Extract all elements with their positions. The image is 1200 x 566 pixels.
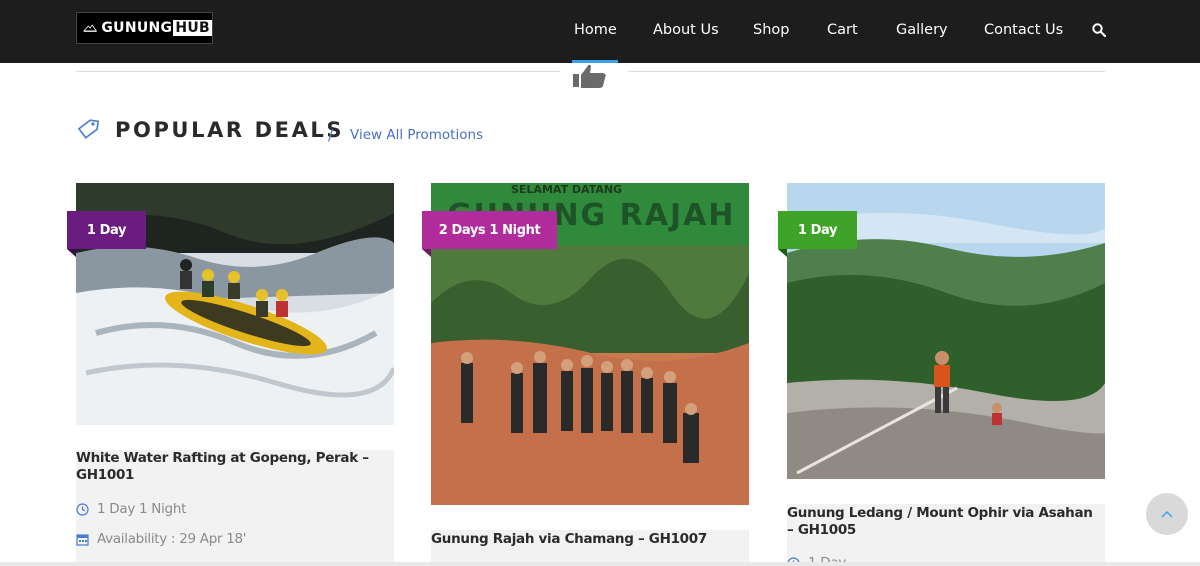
card-1-title[interactable]: White Water Rafting at Gopeng, Perak – G… [76,450,376,484]
nav-home[interactable]: Home [574,22,617,38]
card-3-badge: 1 Day [778,211,857,249]
card-2-title[interactable]: Gunung Rajah via Chamang – GH1007 [431,531,741,548]
page-bottom-edge [0,562,1200,566]
card-1-badge: 1 Day [67,211,146,249]
divider-right [628,71,1105,72]
mountain-logo-icon [83,24,98,32]
badge-fold [422,249,431,257]
nav-cart[interactable]: Cart [827,22,858,38]
divider-left [76,71,560,72]
card-1-availability: Availability : 29 Apr 18' [97,531,247,547]
nav-gallery[interactable]: Gallery [896,22,948,38]
thumbs-up-icon [573,64,606,88]
card-3-title[interactable]: Gunung Ledang / Mount Ophir via Asahan –… [787,505,1102,539]
calendar-icon [76,534,89,546]
scroll-to-top-button[interactable] [1146,493,1188,535]
nav-contact-us[interactable]: Contact Us [984,22,1063,38]
nav-shop[interactable]: Shop [753,22,789,38]
logo-text-highlight: HUB [173,20,212,36]
badge-fold [778,249,787,257]
badge-fold [67,249,76,257]
site-header: GUNUNG HUB Home About Us Shop Cart Galler… [0,0,1200,63]
card-2-badge: 2 Days 1 Night [422,211,557,249]
clock-icon [76,503,89,516]
chevron-up-icon [1161,511,1173,518]
title-separator: / [328,126,334,144]
view-all-promotions-link[interactable]: View All Promotions [350,127,483,143]
sign-text-top: SELAMAT DATANG [511,183,622,196]
logo-text-main: GUNUNG [101,20,173,36]
nav-about-us[interactable]: About Us [653,22,719,38]
tag-icon [77,119,99,139]
section-title: POPULAR DEALS [115,118,345,142]
site-logo[interactable]: GUNUNG HUB [76,12,213,44]
search-icon[interactable] [1092,23,1106,37]
card-1-duration: 1 Day 1 Night [97,501,187,517]
